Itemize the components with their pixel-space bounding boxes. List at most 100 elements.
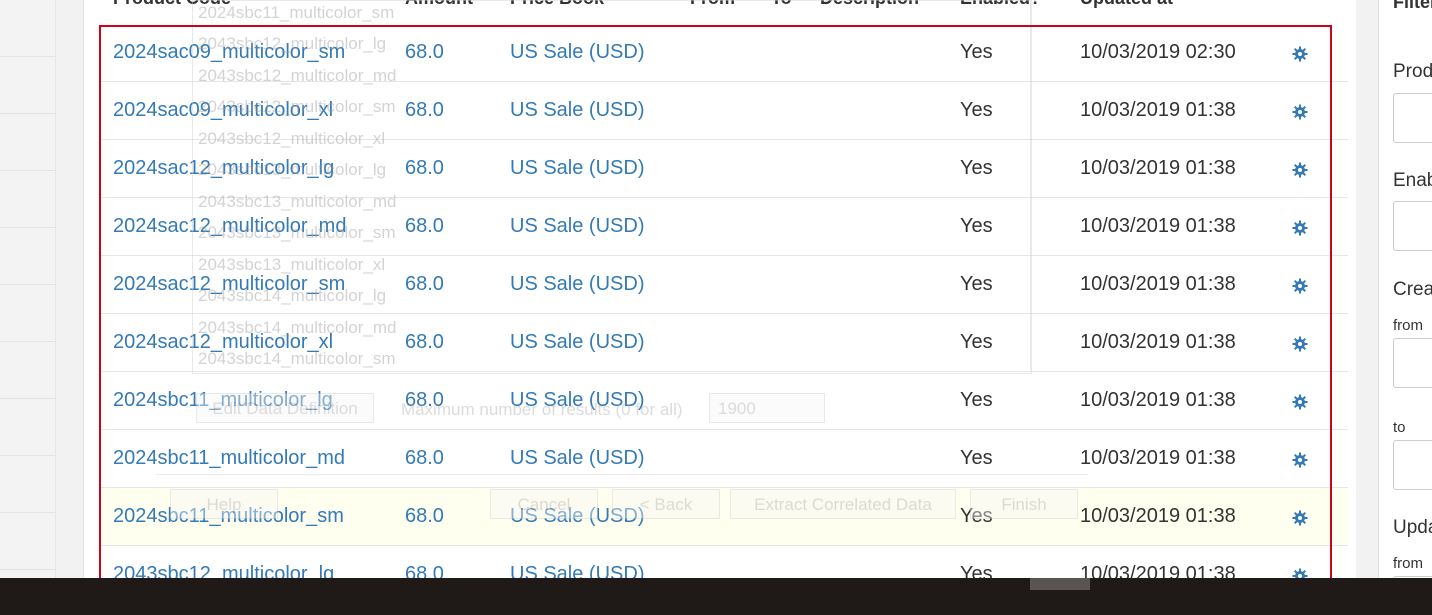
- filter-created-from-input[interactable]: [1393, 338, 1432, 388]
- gear-icon[interactable]: [1292, 335, 1308, 352]
- price-book-link[interactable]: US Sale (USD): [510, 139, 960, 198]
- gear-icon[interactable]: [1292, 161, 1308, 178]
- product-code-link[interactable]: 2024sbc11_multicolor_lg: [101, 371, 405, 430]
- updated-at-value: 10/03/2019 01:38: [1080, 371, 1292, 430]
- table-row[interactable]: 2024sac12_multicolor_md 68.0 US Sale (USD)…: [101, 197, 1348, 256]
- gear-icon[interactable]: [1292, 451, 1308, 468]
- amount-link[interactable]: 68.0: [405, 313, 510, 372]
- filter-updated-label: Updated: [1393, 517, 1432, 538]
- amount-link[interactable]: 68.0: [405, 24, 510, 82]
- filters-panel: Filters Product Enabled Created from to …: [1378, 0, 1432, 590]
- price-book-link[interactable]: US Sale (USD): [510, 487, 960, 546]
- product-code-link[interactable]: 2024sac09_multicolor_sm: [101, 24, 405, 82]
- table-row[interactable]: 2024sbc11_multicolor_md 68.0 US Sale (USD)…: [101, 429, 1348, 488]
- column-header-product-code[interactable]: Product Code: [113, 0, 231, 12]
- amount-link[interactable]: 68.0: [405, 371, 510, 430]
- filters-title: Filters: [1393, 0, 1432, 12]
- filter-created-label: Created: [1393, 279, 1432, 300]
- column-header-amount[interactable]: Amount: [405, 0, 473, 12]
- row-actions[interactable]: [1292, 313, 1348, 372]
- table-row[interactable]: 2024sbc11_multicolor_lg 68.0 US Sale (USD)…: [101, 371, 1348, 430]
- price-book-link[interactable]: US Sale (USD): [510, 371, 960, 430]
- product-code-link[interactable]: 2024sac12_multicolor_lg: [101, 139, 405, 198]
- product-code-link[interactable]: 2024sac12_multicolor_xl: [101, 313, 405, 372]
- table-row[interactable]: 2024sac12_multicolor_sm 68.0 US Sale (USD)…: [101, 255, 1348, 314]
- product-code-link[interactable]: 2024sac12_multicolor_md: [101, 197, 405, 256]
- price-book-link[interactable]: US Sale (USD): [510, 429, 960, 488]
- updated-at-value: 10/03/2019 01:38: [1080, 487, 1292, 546]
- gear-icon[interactable]: [1292, 509, 1308, 526]
- sidebar-item[interactable]: [0, 228, 55, 285]
- sidebar-item[interactable]: [0, 399, 55, 456]
- gear-icon[interactable]: [1292, 103, 1308, 120]
- enabled-value: Yes: [960, 255, 1080, 314]
- filter-enabled-label: Enabled: [1393, 170, 1432, 191]
- row-actions[interactable]: [1292, 197, 1348, 256]
- filter-product-label: Product: [1393, 61, 1432, 82]
- filter-created-to-input[interactable]: [1393, 440, 1432, 490]
- taskbar-item[interactable]: [1030, 578, 1090, 590]
- amount-link[interactable]: 68.0: [405, 81, 510, 140]
- gear-icon[interactable]: [1292, 393, 1308, 410]
- row-actions[interactable]: [1292, 255, 1348, 314]
- price-book-link[interactable]: US Sale (USD): [510, 24, 960, 82]
- price-book-link[interactable]: US Sale (USD): [510, 197, 960, 256]
- row-actions[interactable]: [1292, 139, 1348, 198]
- updated-at-value: 10/03/2019 01:38: [1080, 81, 1292, 140]
- gear-icon[interactable]: [1292, 219, 1308, 236]
- sidebar-item[interactable]: [0, 285, 55, 342]
- sidebar-item[interactable]: [0, 114, 55, 171]
- table-row[interactable]: 2024sbc11_multicolor_sm 68.0 US Sale (USD)…: [101, 487, 1348, 546]
- gear-icon[interactable]: [1292, 45, 1308, 62]
- price-book-link[interactable]: US Sale (USD): [510, 81, 960, 140]
- product-code-link[interactable]: 2024sbc11_multicolor_sm: [101, 487, 405, 546]
- row-actions[interactable]: [1292, 371, 1348, 430]
- amount-link[interactable]: 68.0: [405, 255, 510, 314]
- column-header-updated-at[interactable]: Updated at: [1080, 0, 1173, 12]
- row-actions[interactable]: [1292, 24, 1348, 82]
- table-row[interactable]: 2024sac09_multicolor_xl 68.0 US Sale (USD)…: [101, 81, 1348, 140]
- updated-at-value: 10/03/2019 02:30: [1080, 41, 1236, 63]
- row-actions[interactable]: [1292, 487, 1348, 546]
- updated-at-value: 10/03/2019 01:38: [1080, 139, 1292, 198]
- filter-created-from-label: from: [1393, 317, 1423, 334]
- filter-updated-from-label: from: [1393, 555, 1423, 572]
- enabled-value: Yes: [960, 487, 1080, 546]
- table-row[interactable]: 2024sac09_multicolor_sm 68.0 US Sale (USD)…: [101, 24, 1348, 82]
- column-header-from[interactable]: From: [690, 0, 735, 12]
- product-code-link[interactable]: 2024sac12_multicolor_sm: [101, 255, 405, 314]
- left-sidebar: [0, 0, 56, 590]
- amount-link[interactable]: 68.0: [405, 197, 510, 256]
- product-code-link[interactable]: 2024sbc11_multicolor_md: [101, 429, 405, 488]
- sidebar-item[interactable]: [0, 57, 55, 114]
- sidebar-item[interactable]: [0, 513, 55, 570]
- enabled-value: Yes: [960, 197, 1080, 256]
- product-code-link[interactable]: 2024sac09_multicolor_xl: [101, 81, 405, 140]
- row-actions[interactable]: [1292, 81, 1348, 140]
- column-header-enabled[interactable]: Enabled?: [960, 0, 1041, 12]
- filter-product-input[interactable]: [1393, 93, 1432, 143]
- table-row[interactable]: 2024sac12_multicolor_xl 68.0 US Sale (USD)…: [101, 313, 1348, 372]
- amount-link[interactable]: 68.0: [405, 429, 510, 488]
- sidebar-item[interactable]: [0, 342, 55, 399]
- sidebar-item[interactable]: [0, 171, 55, 228]
- column-header-description[interactable]: Description: [820, 0, 919, 12]
- price-table-panel: Product Code Amount Price Book From To D…: [83, 0, 1356, 603]
- filter-created-to-label: to: [1393, 419, 1406, 436]
- taskbar: [0, 578, 1432, 615]
- amount-link[interactable]: 68.0: [405, 487, 510, 546]
- row-actions[interactable]: [1292, 429, 1348, 488]
- column-header-price-book[interactable]: Price Book: [510, 0, 604, 12]
- gear-icon[interactable]: [1292, 277, 1308, 294]
- filter-enabled-select[interactable]: [1393, 201, 1432, 251]
- table-row[interactable]: 2024sac12_multicolor_lg 68.0 US Sale (USD)…: [101, 139, 1348, 198]
- updated-at-value: 10/03/2019 01:38: [1080, 429, 1292, 488]
- enabled-value: Yes: [960, 81, 1080, 140]
- price-book-link[interactable]: US Sale (USD): [510, 313, 960, 372]
- updated-at-value: 10/03/2019 01:38: [1080, 255, 1292, 314]
- column-header-to[interactable]: To: [771, 0, 792, 12]
- amount-link[interactable]: 68.0: [405, 139, 510, 198]
- sidebar-item[interactable]: [0, 456, 55, 513]
- sidebar-item[interactable]: [0, 0, 55, 57]
- price-book-link[interactable]: US Sale (USD): [510, 255, 960, 314]
